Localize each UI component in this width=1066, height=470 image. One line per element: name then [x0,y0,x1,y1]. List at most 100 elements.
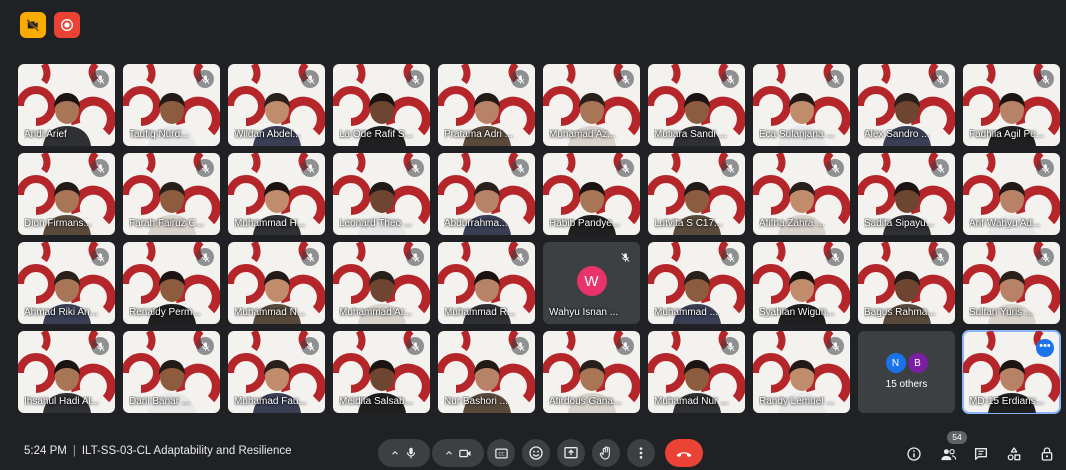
participant-tile[interactable]: Syahlan Wigun... [753,242,850,324]
participant-tile[interactable]: Mutiara Sandi ... [648,64,745,146]
participant-tile[interactable]: Randy Lemuel ... [753,331,850,413]
end-call-button[interactable] [665,439,703,467]
participant-tile[interactable]: Muhammad ... [648,242,745,324]
participant-tile[interactable]: Renaldy Perm... [123,242,220,324]
mic-off-icon [826,337,844,355]
participant-tile[interactable]: Andi Arief [18,64,115,146]
participant-name: Afifha Zahra ... [759,218,825,229]
participant-tile[interactable]: Afirdous Gana... [543,331,640,413]
participant-name: Muhammad Ar... [339,307,412,318]
mic-off-icon [91,248,109,266]
mic-off-icon [301,248,319,266]
participant-tile[interactable]: Sultan Yuris ... [963,242,1060,324]
captions-button[interactable]: CC [487,439,515,467]
participant-tile[interactable]: Muhamad Nur ... [648,331,745,413]
chat-icon[interactable] [972,445,990,463]
participant-tile[interactable]: Muhammad N... [228,242,325,324]
participant-name: Lutvita S C17... [654,218,723,229]
mic-icon[interactable] [404,446,418,460]
participant-name: Taufiq Nurd... [129,129,189,140]
raise-hand-icon [599,446,610,460]
participant-tile[interactable]: Arif Wahyu Ad... [963,153,1060,235]
participant-name: Alex Sandro ... [864,129,930,140]
more-options-button[interactable] [627,439,655,467]
participant-tile[interactable]: Eca Sulanjana ... [753,64,850,146]
participant-tile[interactable]: W Wahyu Isnan ... [543,242,640,324]
camera-off-icon [20,12,46,38]
camera-control[interactable] [432,439,484,467]
emoji-button[interactable] [522,439,550,467]
participant-tile[interactable]: Ahmad Riki An... [18,242,115,324]
people-icon[interactable] [939,445,957,463]
mic-off-icon [826,159,844,177]
more-options-icon[interactable]: ••• [1036,339,1054,357]
participant-name: Wildan Abdel... [234,129,301,140]
participant-name: Randy Lemuel ... [759,396,835,407]
mic-off-icon [721,70,739,88]
camera-icon[interactable] [458,446,473,461]
participant-tile[interactable]: Taufiq Nurd... [123,64,220,146]
mic-off-icon [196,159,214,177]
participant-tile[interactable]: Nur Bashori ... [438,331,535,413]
participant-tile[interactable]: Dani Banar ... [123,331,220,413]
present-button[interactable] [557,439,585,467]
participant-name: Muhamad Nur ... [654,396,729,407]
mic-off-icon [301,337,319,355]
participant-name: Andi Arief [24,129,67,140]
participant-name: Dani Banar ... [129,396,191,407]
participant-tile[interactable]: Lutvita S C17... [648,153,745,235]
participant-tile[interactable]: Muhammad Ar... [333,242,430,324]
mic-off-icon [616,337,634,355]
participant-name: Renaldy Perm... [129,307,201,318]
participant-tile[interactable]: Meidita Salsab... [333,331,430,413]
participant-tile[interactable]: Muhamad Fau... [228,331,325,413]
mic-off-icon [826,248,844,266]
participant-tile[interactable]: Habib Pandye... [543,153,640,235]
participant-name: Leonard Theo ... [339,218,413,229]
chevron-up-icon[interactable] [444,448,454,458]
mic-off-icon [616,70,634,88]
participant-name: MD-15 Erdians... [969,396,1045,407]
participant-name: Muhammad R... [444,307,516,318]
participant-tile[interactable]: Dion Firmans... [18,153,115,235]
others-label: 15 others [885,379,928,390]
participant-tile[interactable]: Muhammad H... [228,153,325,235]
participant-tile[interactable]: Alex Sandro ... [858,64,955,146]
bottom-toolbar: 5:24 PM | ILT-SS-03-CL Adaptability and Re… [0,432,1066,470]
participant-tile[interactable]: Sadita Sipayu... [858,153,955,235]
participant-tile[interactable]: Abdurrahma... [438,153,535,235]
participant-name: Sultan Yuris ... [969,307,1034,318]
mic-off-icon [931,70,949,88]
participant-tile[interactable]: ••• MD-15 Erdians... [962,330,1061,414]
mic-off-icon [511,159,529,177]
participant-tile[interactable]: Muhamad Az... [543,64,640,146]
participant-tile[interactable]: Ihsanul Hadi Al... [18,331,115,413]
participant-tile[interactable]: Wildan Abdel... [228,64,325,146]
mic-off-icon [406,70,424,88]
host-controls-icon[interactable] [1038,445,1056,463]
participant-tile[interactable]: Muhammad R... [438,242,535,324]
participant-tile[interactable]: Pratama Adri ... [438,64,535,146]
participant-tile[interactable]: Afifha Zahra ... [753,153,850,235]
participant-name: La Ode Rafif S... [339,129,413,140]
participant-name: Eca Sulanjana ... [759,129,835,140]
others-avatar: B [907,353,928,373]
participant-tile[interactable]: Farah Fairuz C... [123,153,220,235]
participant-tile[interactable]: Fadhila Agil Pe... [963,64,1060,146]
meeting-title: ILT-SS-03-CL Adaptability and Resilience [81,445,292,457]
others-tile[interactable]: N B 15 others [858,331,955,413]
raise-hand-button[interactable] [592,439,620,467]
info-icon[interactable] [905,445,923,463]
participant-name: Dion Firmans... [24,218,92,229]
activities-icon[interactable] [1005,445,1023,463]
participant-tile[interactable]: Bagus Rahma... [858,242,955,324]
participant-name: Pratama Adri ... [444,129,513,140]
mic-off-icon [616,248,634,266]
participant-avatar: W [576,266,607,296]
mic-control[interactable] [378,439,430,467]
participant-tile[interactable]: Leonard Theo ... [333,153,430,235]
participant-tile[interactable]: La Ode Rafif S... [333,64,430,146]
participant-name: Ihsanul Hadi Al... [24,396,100,407]
chevron-up-icon[interactable] [390,448,400,458]
participant-name: Muhamad Fau... [234,396,307,407]
